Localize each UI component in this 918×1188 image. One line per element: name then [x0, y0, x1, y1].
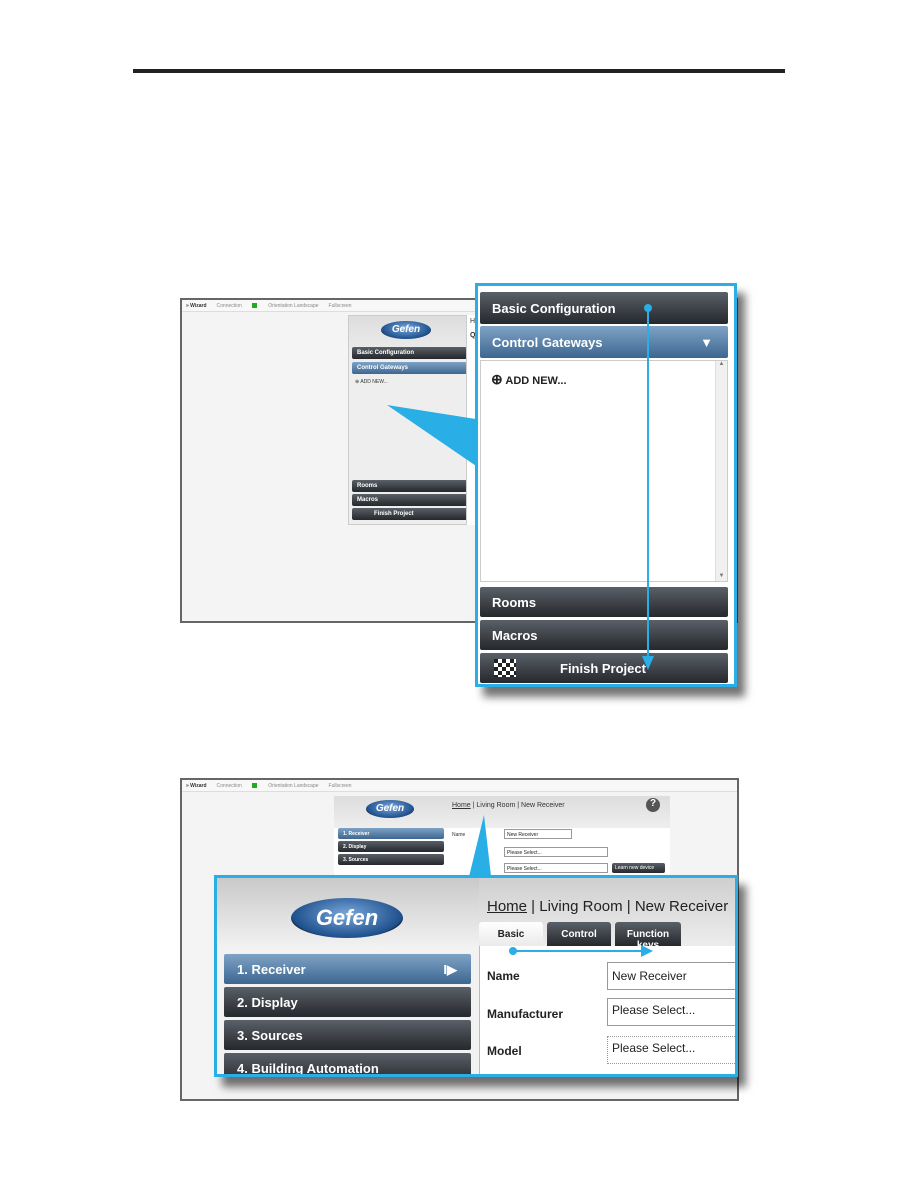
gefen-logo: Gefen [381, 321, 431, 339]
scrollbar[interactable]: ▲ ▼ [715, 361, 727, 581]
connection-status-icon [251, 783, 257, 789]
gateway-list: ⊕ ADD NEW... ▲ ▼ [480, 360, 728, 582]
add-new-link[interactable]: ⊕ ADD NEW... [355, 379, 388, 385]
tab-control[interactable]: Control [547, 922, 611, 946]
step-display-zoomed[interactable]: 2. Display [224, 987, 471, 1017]
plus-circle-icon: ⊕ [491, 371, 503, 387]
menu-finish-project-zoomed[interactable]: Finish Project [480, 653, 728, 683]
help-button[interactable]: ? [646, 798, 660, 812]
callout-1: Basic Configuration Control Gateways ▼ ⊕ … [475, 283, 737, 687]
header-rule [133, 69, 785, 73]
breadcrumb-zoomed: Home | Living Room | New Receiver [487, 898, 729, 915]
menu-rooms-zoomed[interactable]: Rooms [480, 587, 728, 617]
home-link[interactable]: Home [487, 898, 527, 915]
manufacturer-select[interactable]: Please Select... [607, 998, 735, 1026]
manufacturer-label: Manufacturer [487, 1007, 564, 1021]
gefen-logo: Gefen [366, 800, 414, 818]
learn-new-device-button[interactable]: Learn new device [612, 863, 665, 873]
menu-basic-configuration-zoomed[interactable]: Basic Configuration [480, 292, 728, 324]
step-sources-zoomed[interactable]: 3. Sources [224, 1020, 471, 1050]
step-display[interactable]: 2. Display [338, 841, 444, 852]
step-receiver-zoomed[interactable]: 1. Receiver I▶ [224, 954, 471, 984]
name-label: Name [487, 969, 520, 983]
breadcrumb: Home | Living Room | New Receiver [452, 802, 565, 809]
menu-control-gateways-zoomed[interactable]: Control Gateways ▼ [480, 326, 728, 358]
play-icon: I▶ [443, 962, 457, 977]
menu-basic-configuration[interactable]: Basic Configuration [352, 347, 467, 359]
add-new-link-zoomed[interactable]: ⊕ ADD NEW... [481, 361, 727, 398]
flow-arrow-horizontal [509, 945, 653, 957]
menu-macros[interactable]: Macros [352, 494, 467, 506]
name-input[interactable]: New Receiver [607, 962, 735, 990]
step-sources[interactable]: 3. Sources [338, 854, 444, 865]
dropdown-arrow-icon: ▼ [700, 335, 713, 350]
flow-arrow-vertical [642, 304, 654, 670]
callout-pointer [387, 405, 482, 470]
menu-macros-zoomed[interactable]: Macros [480, 620, 728, 650]
connection-status-icon [251, 303, 257, 309]
menu-control-gateways[interactable]: Control Gateways [352, 362, 467, 374]
checkered-flag-icon [494, 659, 516, 677]
model-select[interactable]: Please Select... [607, 1036, 735, 1064]
step-building-automation-zoomed[interactable]: 4. Building Automation [224, 1053, 471, 1074]
step-receiver[interactable]: 1. Receiver [338, 828, 444, 839]
callout-2: Gefen 1. Receiver I▶ 2. Display 3. Source… [214, 875, 738, 1077]
menu-rooms[interactable]: Rooms [352, 480, 467, 492]
tab-function-keys[interactable]: Function keys [615, 922, 681, 951]
menu-finish-project[interactable]: Finish Project [352, 508, 467, 520]
topbar: » Wizard Connection Orientation Landscape… [182, 780, 737, 792]
model-label: Model [487, 1044, 522, 1058]
gefen-logo-zoomed: Gefen [291, 898, 403, 938]
